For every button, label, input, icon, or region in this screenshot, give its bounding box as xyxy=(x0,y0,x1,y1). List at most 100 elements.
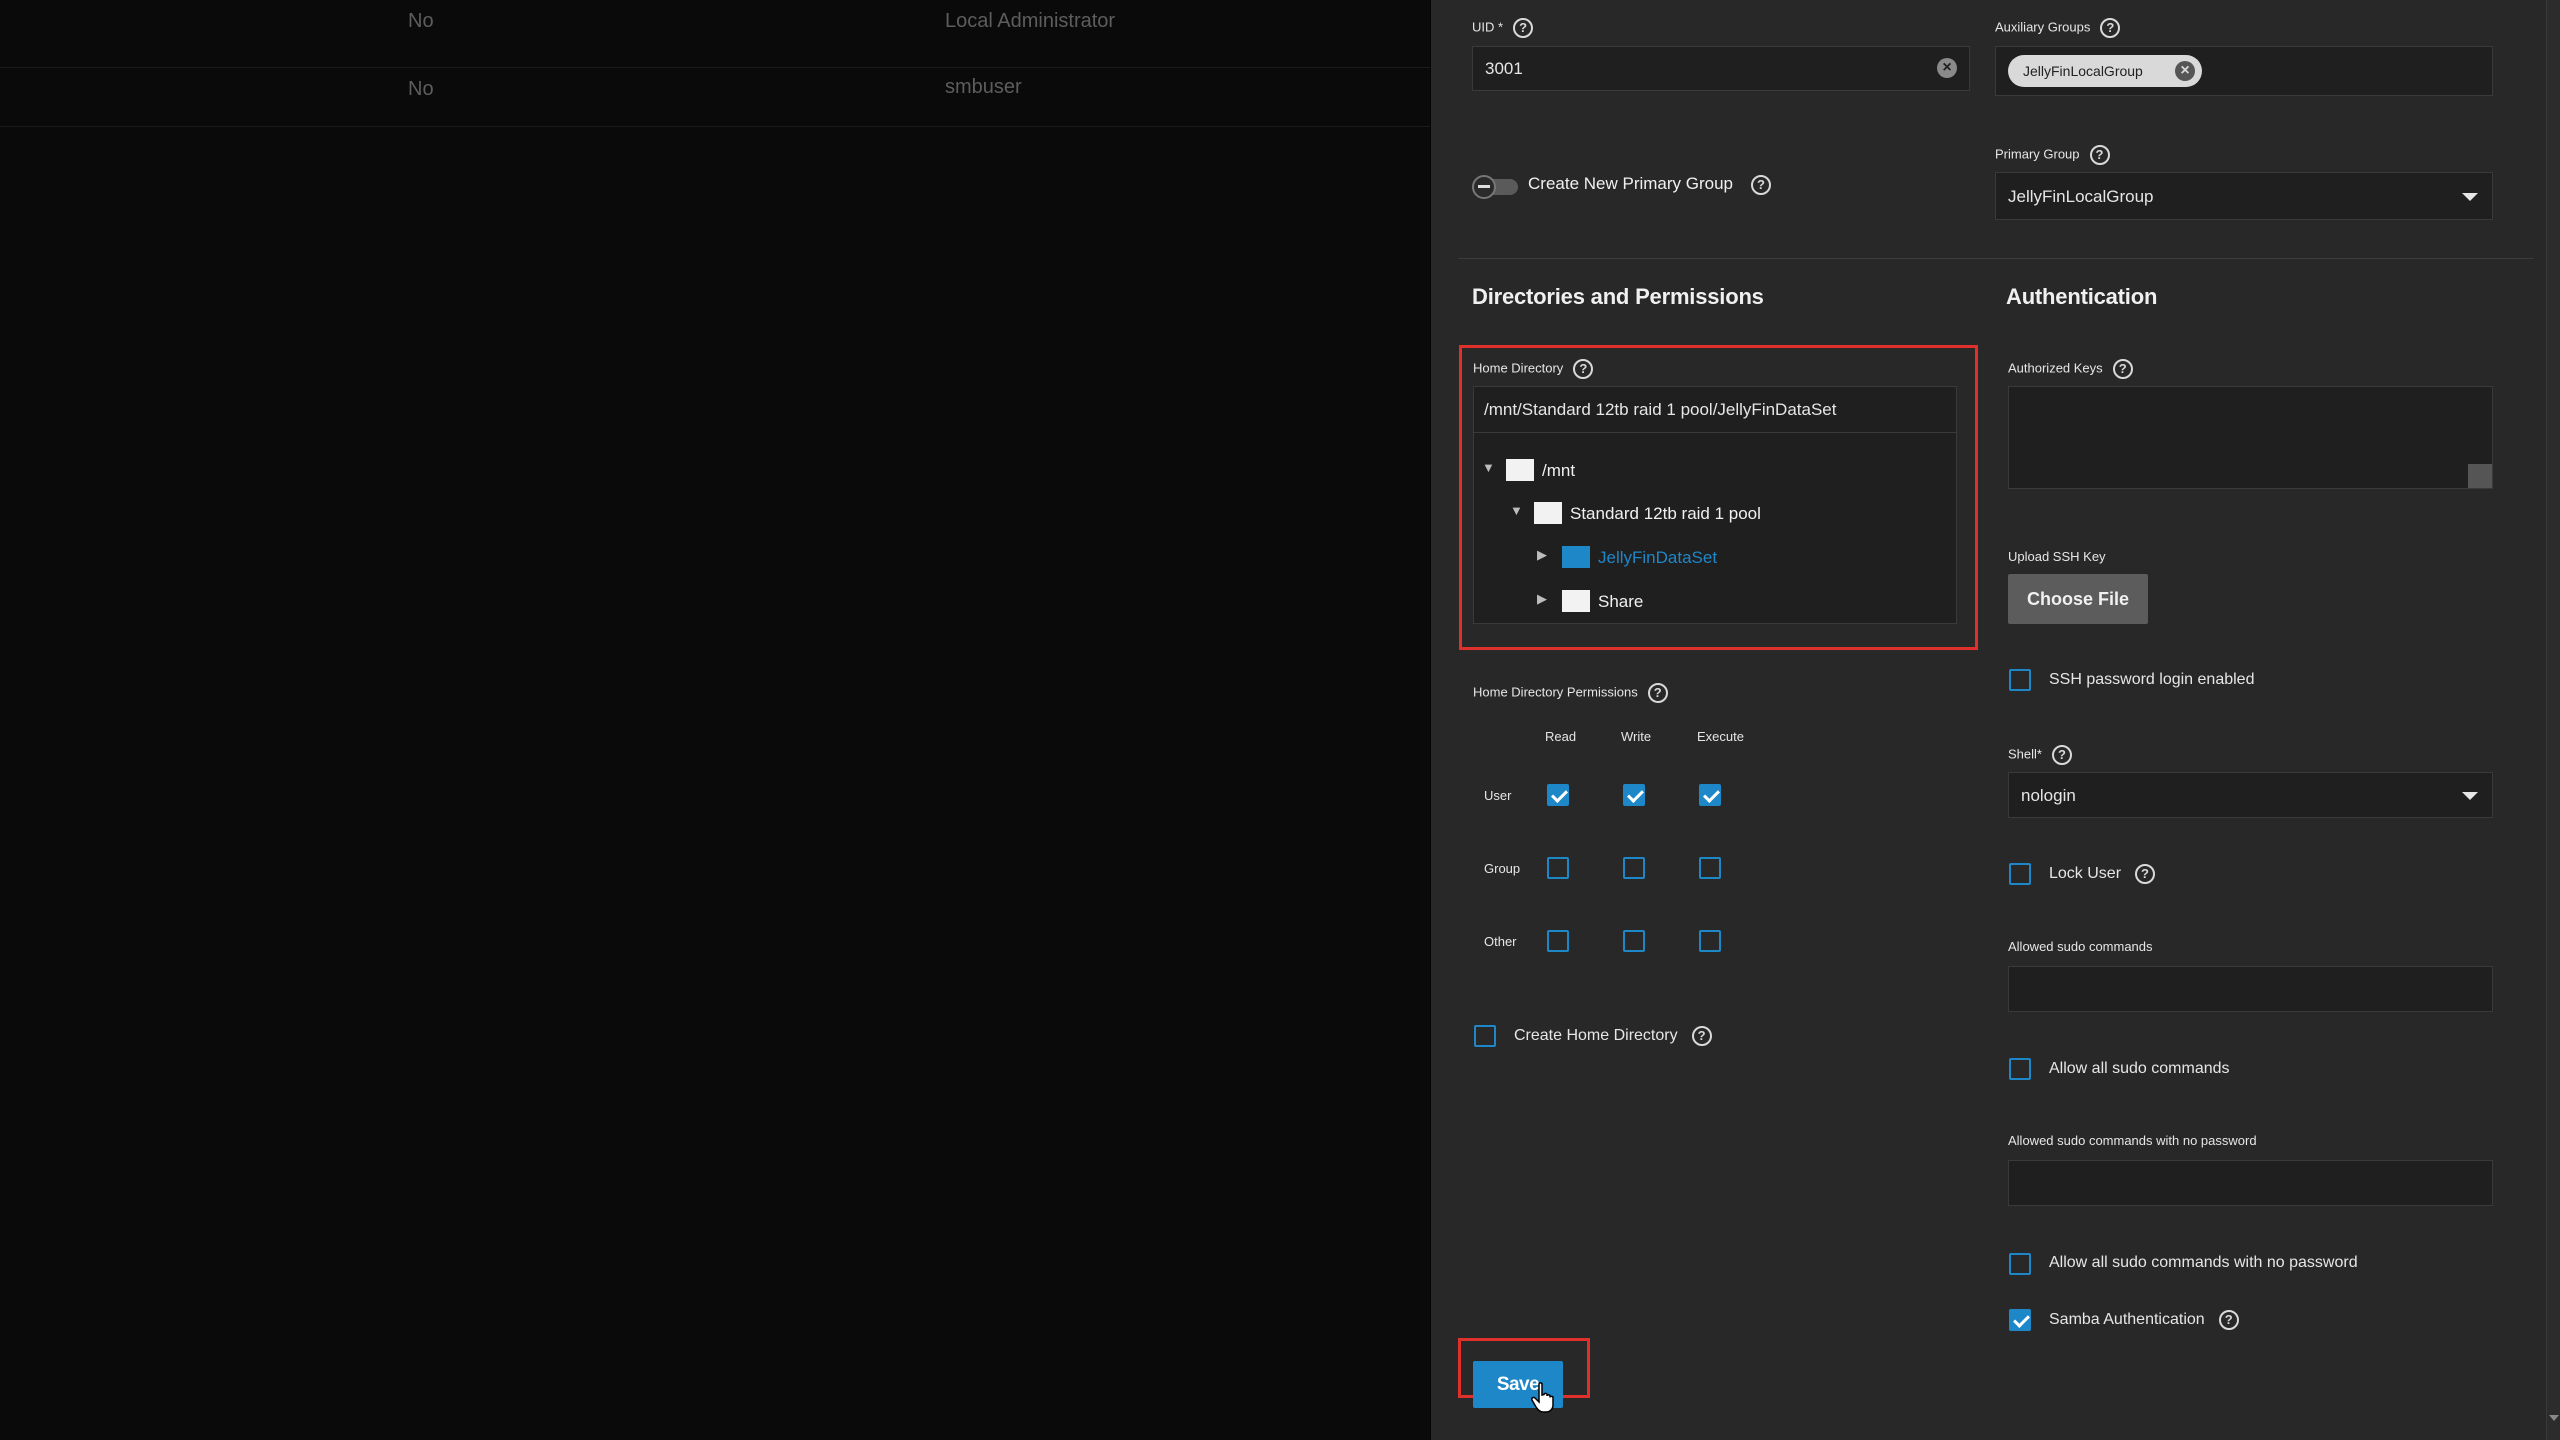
table-row[interactable]: No Local Administrator xyxy=(0,0,1430,68)
tree-node[interactable]: ▼ /mnt xyxy=(1474,453,1958,485)
group-read-checkbox[interactable] xyxy=(1547,857,1569,879)
column-header: Write xyxy=(1621,729,1652,744)
allowed-sudo-nopasswd-label: Allowed sudo commands with no password xyxy=(2008,1133,2257,1148)
shell-label: Shell*? xyxy=(2008,745,2072,765)
help-icon[interactable]: ? xyxy=(1513,18,1534,38)
tree-node-label: /mnt xyxy=(1542,461,1576,480)
samba-auth-label: Samba Authentication? xyxy=(2049,1310,2239,1330)
divider xyxy=(1458,258,2534,259)
resize-handle[interactable] xyxy=(2468,464,2492,488)
lock-user-label: Lock User? xyxy=(2049,864,2156,884)
help-icon[interactable]: ? xyxy=(2218,1310,2239,1330)
chevron-down-icon xyxy=(2462,792,2478,800)
home-directory-label: Home Directory? xyxy=(1473,359,1594,379)
uid-value: 3001 xyxy=(1485,59,1523,78)
authorized-keys-textarea[interactable] xyxy=(2008,386,2493,489)
create-home-directory-checkbox[interactable] xyxy=(1474,1025,1496,1047)
builtin-cell: No xyxy=(408,78,434,100)
create-primary-group-toggle[interactable] xyxy=(1472,175,1518,199)
hand-cursor-icon xyxy=(1531,1382,1554,1413)
directory-tree: ▼ /mnt ▼ Standard 12tb raid 1 pool ▶ Jel… xyxy=(1473,433,1957,624)
full-name-cell: smbuser xyxy=(945,76,1022,98)
other-read-checkbox[interactable] xyxy=(1547,930,1569,952)
row-label: Group xyxy=(1484,861,1521,876)
user-read-checkbox[interactable] xyxy=(1547,784,1569,806)
authentication-heading: Authentication xyxy=(2006,284,2158,309)
help-icon[interactable]: ? xyxy=(1573,359,1594,379)
group-execute-checkbox[interactable] xyxy=(1699,857,1721,879)
tree-node-label: Standard 12tb raid 1 pool xyxy=(1570,504,1761,523)
help-icon[interactable]: ? xyxy=(1691,1026,1712,1046)
other-write-checkbox[interactable] xyxy=(1623,930,1645,952)
help-icon[interactable]: ? xyxy=(2051,745,2072,765)
lock-user-checkbox[interactable] xyxy=(2009,863,2031,885)
user-write-checkbox[interactable] xyxy=(1623,784,1645,806)
allowed-sudo-label: Allowed sudo commands xyxy=(2008,939,2153,954)
uid-input[interactable]: 3001 × xyxy=(1472,46,1970,91)
tree-node[interactable]: ▶ Share xyxy=(1474,584,1958,616)
clear-icon[interactable]: × xyxy=(1937,58,1957,78)
expand-icon[interactable]: ▼ xyxy=(1482,460,1495,475)
directories-heading: Directories and Permissions xyxy=(1472,284,1764,309)
upload-ssh-key-label: Upload SSH Key xyxy=(2008,549,2106,564)
permissions-label: Home Directory Permissions? xyxy=(1473,683,1668,703)
help-icon[interactable]: ? xyxy=(1751,174,1772,195)
row-label: Other xyxy=(1484,934,1517,949)
allow-all-sudo-label: Allow all sudo commands xyxy=(2049,1060,2230,1077)
auxiliary-groups-label: Auxiliary Groups? xyxy=(1995,18,2121,38)
chevron-down-icon xyxy=(2462,193,2478,201)
folder-icon xyxy=(1562,546,1590,568)
column-header: Execute xyxy=(1697,729,1744,744)
shell-select[interactable]: nologin xyxy=(2008,772,2493,818)
primary-group-value: JellyFinLocalGroup xyxy=(2008,187,2154,206)
builtin-cell: No xyxy=(408,10,434,32)
full-name-cell: Local Administrator xyxy=(945,10,1116,32)
primary-group-select[interactable]: JellyFinLocalGroup xyxy=(1995,172,2493,220)
scrollbar[interactable] xyxy=(2546,0,2560,1440)
allowed-sudo-nopasswd-input[interactable] xyxy=(2008,1160,2493,1206)
tree-node-selected[interactable]: ▶ JellyFinDataSet xyxy=(1474,540,1958,572)
scroll-down-icon[interactable] xyxy=(2549,1415,2559,1421)
column-header: Read xyxy=(1545,729,1577,744)
ssh-password-login-checkbox[interactable] xyxy=(2009,669,2031,691)
user-execute-checkbox[interactable] xyxy=(1699,784,1721,806)
allow-all-sudo-nopasswd-checkbox[interactable] xyxy=(2009,1253,2031,1275)
home-directory-input[interactable]: /mnt/Standard 12tb raid 1 pool/JellyFinD… xyxy=(1473,386,1957,433)
folder-icon xyxy=(1562,590,1590,612)
tree-node-label: Share xyxy=(1598,592,1644,611)
tree-node-label: JellyFinDataSet xyxy=(1598,548,1718,567)
group-chip-label: JellyFinLocalGroup xyxy=(2023,63,2143,79)
expand-icon[interactable]: ▼ xyxy=(1510,503,1523,518)
expand-icon[interactable]: ▶ xyxy=(1537,591,1547,607)
expand-icon[interactable]: ▶ xyxy=(1537,547,1547,563)
help-icon[interactable]: ? xyxy=(2100,18,2121,38)
shell-value: nologin xyxy=(2021,786,2076,805)
samba-auth-checkbox[interactable] xyxy=(2009,1309,2031,1331)
remove-chip-icon[interactable]: × xyxy=(2175,61,2195,81)
allow-all-sudo-nopasswd-label: Allow all sudo commands with no password xyxy=(2049,1254,2358,1271)
group-write-checkbox[interactable] xyxy=(1623,857,1645,879)
tree-node[interactable]: ▼ Standard 12tb raid 1 pool xyxy=(1474,496,1958,528)
group-chip[interactable]: JellyFinLocalGroup × xyxy=(2008,55,2202,87)
choose-file-button[interactable]: Choose File xyxy=(2008,574,2148,624)
uid-label: UID *? xyxy=(1472,18,1534,38)
help-icon[interactable]: ? xyxy=(2135,864,2156,884)
authorized-keys-label: Authorized Keys? xyxy=(2008,359,2133,379)
row-label: User xyxy=(1484,788,1512,803)
other-execute-checkbox[interactable] xyxy=(1699,930,1721,952)
home-directory-path: /mnt/Standard 12tb raid 1 pool/JellyFinD… xyxy=(1484,400,1837,419)
create-home-directory-label: Create Home Directory? xyxy=(1514,1026,1712,1046)
allow-all-sudo-checkbox[interactable] xyxy=(2009,1058,2031,1080)
folder-icon xyxy=(1506,459,1534,481)
ssh-password-login-label: SSH password login enabled xyxy=(2049,671,2255,688)
table-row[interactable]: No smbuser xyxy=(0,68,1430,127)
help-icon[interactable]: ? xyxy=(2089,145,2110,165)
create-primary-group-label: Create New Primary Group? xyxy=(1528,174,1772,195)
allowed-sudo-input[interactable] xyxy=(2008,966,2493,1012)
help-icon[interactable]: ? xyxy=(2112,359,2133,379)
users-table-background: No Local Administrator No smbuser xyxy=(0,0,1430,1440)
edit-user-panel: UID *? 3001 × Auxiliary Groups? JellyFin… xyxy=(1431,0,2560,1440)
auxiliary-groups-input[interactable]: JellyFinLocalGroup × xyxy=(1995,46,2493,96)
help-icon[interactable]: ? xyxy=(1647,683,1668,703)
folder-icon xyxy=(1534,502,1562,524)
